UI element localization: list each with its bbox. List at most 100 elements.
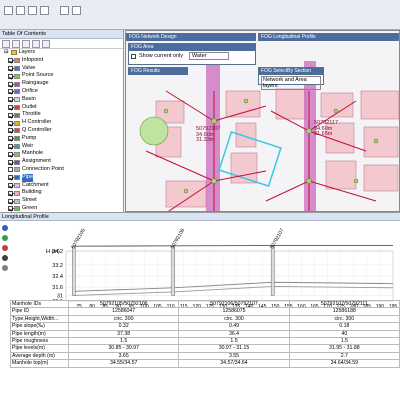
- table-row: Average depth (m) 3.65 3.55 2.7: [10, 351, 400, 361]
- layer-label: Building: [22, 189, 42, 196]
- collapse-icon[interactable]: ⊟: [4, 49, 9, 57]
- list-by-drawing-order-icon[interactable]: [2, 40, 10, 48]
- table-cell: 34.55/34.57: [67, 359, 180, 368]
- results-window[interactable]: FOG Results: [128, 67, 188, 75]
- layer-item[interactable]: Infopoint: [4, 57, 123, 65]
- table-row: Manhole IDs 50792105/50792106 50792106/507…: [10, 299, 400, 309]
- layer-symbol-icon: [14, 81, 20, 87]
- layer-visibility-checkbox[interactable]: [8, 89, 13, 95]
- layer-visibility-checkbox[interactable]: [8, 182, 13, 188]
- layers-group[interactable]: ⊟ Layers: [4, 49, 123, 57]
- tool-button[interactable]: [72, 6, 81, 15]
- full-extent-icon[interactable]: [2, 255, 8, 261]
- layer-item[interactable]: Manhole: [4, 150, 123, 158]
- show-current-only-checkbox[interactable]: [131, 53, 136, 59]
- table-cell: circ. 300: [178, 314, 290, 324]
- table-cell: 12586047: [67, 307, 180, 316]
- layer-item[interactable]: Street: [4, 197, 123, 205]
- layer-symbol-icon: [14, 175, 20, 181]
- layer-item[interactable]: Outlet: [4, 104, 123, 112]
- layer-visibility-checkbox[interactable]: [8, 65, 13, 71]
- tool-button[interactable]: [4, 6, 13, 15]
- manhole-shaft: [171, 245, 176, 296]
- layer-visibility-checkbox[interactable]: [8, 128, 13, 134]
- layer-item[interactable]: Building: [4, 189, 123, 197]
- layer-visibility-checkbox[interactable]: [8, 151, 13, 157]
- options-icon[interactable]: [42, 40, 50, 48]
- zoom-in-icon[interactable]: [2, 225, 8, 231]
- layer-visibility-checkbox[interactable]: [8, 97, 13, 103]
- layer-symbol-icon: [14, 120, 20, 126]
- layer-item[interactable]: Pump: [4, 135, 123, 143]
- table-cell: 3.55: [178, 351, 290, 361]
- layer-item[interactable]: Point Source: [4, 72, 123, 80]
- table-row: Pipe levels(m) 30.85 - 30.97 30.97 - 31.15…: [10, 344, 400, 353]
- table-cell: 30.85 - 30.97: [67, 344, 180, 353]
- map-view[interactable]: 50792107 34.60m 31.33m 50792117 34.60m 3…: [125, 30, 400, 212]
- refresh-icon[interactable]: [2, 265, 8, 271]
- list-by-source-icon[interactable]: [12, 40, 20, 48]
- layer-item[interactable]: Basin: [4, 96, 123, 104]
- layer-item[interactable]: Throttle: [4, 111, 123, 119]
- layer-item[interactable]: Weir: [4, 143, 123, 151]
- layer-symbol-icon: [14, 151, 20, 157]
- selection-window[interactable]: FOG SelectBy Section Network and Area la…: [258, 67, 324, 90]
- layer-label: Connection Point: [22, 165, 64, 172]
- tool-button[interactable]: [60, 6, 69, 15]
- table-row: Type,Height,Width... circ. 300 circ. 300 ci…: [10, 314, 400, 324]
- layer-item[interactable]: Orifice: [4, 88, 123, 96]
- row-header: Manhole IDs: [10, 299, 69, 309]
- layer-visibility-checkbox[interactable]: [8, 206, 13, 212]
- layer-label: Weir: [22, 142, 34, 149]
- layer-visibility-checkbox[interactable]: [8, 104, 13, 110]
- tool-button[interactable]: [28, 6, 37, 15]
- network-design-window[interactable]: FOG Network Design: [126, 33, 256, 41]
- layer-visibility-checkbox[interactable]: [8, 81, 13, 87]
- show-current-only-label: Show current only: [139, 53, 184, 59]
- layer-item[interactable]: Valve: [4, 65, 123, 73]
- zoom-out-icon[interactable]: [2, 235, 8, 241]
- longitudinal-profile-window[interactable]: FOG Longitudinal Profile: [258, 33, 399, 41]
- layer-visibility-checkbox[interactable]: [8, 190, 13, 196]
- layer-item[interactable]: Q Controller: [4, 127, 123, 135]
- layer-visibility-checkbox[interactable]: [8, 143, 13, 149]
- layer-visibility-checkbox[interactable]: [8, 175, 13, 181]
- layer-visibility-checkbox[interactable]: [8, 198, 13, 204]
- table-cell: 34.64/34.59: [288, 359, 400, 368]
- layer-symbol-icon: [14, 167, 20, 173]
- profile-chart[interactable]: 34.233.232.431.63130.6H (m)7075808590951…: [10, 221, 400, 309]
- area-window[interactable]: FOG Area Show current only Water: [128, 43, 256, 65]
- row-header: Pipe slope(‰): [10, 322, 69, 331]
- layer-symbol-icon: [14, 190, 20, 196]
- layer-visibility-checkbox[interactable]: [8, 58, 13, 64]
- layer-item[interactable]: Raingauge: [4, 80, 123, 88]
- tool-button[interactable]: [40, 6, 49, 15]
- manhole-label-bottom: 31.65m: [314, 131, 333, 137]
- layer-visibility-checkbox[interactable]: [8, 159, 13, 165]
- list-by-selection-icon[interactable]: [32, 40, 40, 48]
- y-tick-label: 31.6: [52, 285, 63, 291]
- layer-item[interactable]: Pipe: [4, 173, 123, 182]
- layer-item[interactable]: Catchment: [4, 182, 123, 190]
- network-design-title: FOG Network Design: [127, 34, 255, 41]
- toc-title: Table Of Contents: [0, 30, 123, 39]
- pan-icon[interactable]: [2, 245, 8, 251]
- layer-symbol-icon: [14, 182, 20, 188]
- layer-item[interactable]: H Controller: [4, 119, 123, 127]
- layer-symbol-icon: [14, 58, 20, 64]
- layer-visibility-checkbox[interactable]: [8, 73, 13, 79]
- area-select[interactable]: Water: [189, 52, 230, 60]
- tool-button[interactable]: [16, 6, 25, 15]
- layer-visibility-checkbox[interactable]: [8, 167, 13, 173]
- layer-item[interactable]: Connection Point: [4, 166, 123, 174]
- selection-select[interactable]: Network and Area layers: [261, 76, 321, 90]
- table-row: Pipe ID 12586047 12586075 12586188: [10, 307, 400, 316]
- layer-visibility-checkbox[interactable]: [8, 112, 13, 118]
- layer-label: H Controller: [22, 119, 52, 126]
- list-by-visibility-icon[interactable]: [22, 40, 30, 48]
- area-window-title: FOG Area: [129, 44, 255, 51]
- layer-visibility-checkbox[interactable]: [8, 136, 13, 142]
- layer-visibility-checkbox[interactable]: [8, 120, 13, 126]
- layer-item[interactable]: Assignment: [4, 158, 123, 166]
- layers-label: Layers: [18, 49, 36, 55]
